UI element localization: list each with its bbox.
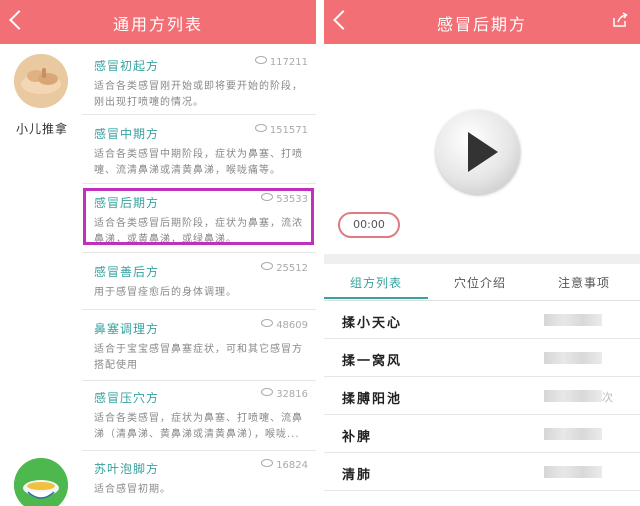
item-description: 适合感冒初期。 — [94, 484, 171, 495]
item-description: 适合各类感冒刚开始或即将要开始的阶段，刚出现打喷嚏的情况。 — [94, 81, 303, 108]
view-count: 117211 — [269, 57, 308, 68]
eye-icon — [261, 319, 274, 327]
view-count: 151571 — [269, 125, 308, 136]
eye-icon — [261, 459, 274, 467]
divider — [82, 183, 316, 184]
technique-unit: 次 — [602, 391, 613, 404]
active-tab-indicator — [324, 297, 428, 299]
eye-icon — [254, 124, 267, 132]
blurred-value — [544, 428, 602, 440]
item-title: 感冒善后方 — [94, 265, 160, 279]
divider — [82, 309, 316, 310]
foot-bath-avatar[interactable] — [14, 458, 68, 506]
eye-icon — [261, 262, 274, 270]
highlight-box — [83, 188, 314, 245]
avatar-caption: 小儿推拿 — [15, 122, 68, 136]
item-description: 用于感冒痊愈后的身体调理。 — [94, 287, 237, 298]
detail-screen: 感冒后期方 00:00 组方列表 穴位介绍 注意事项 揉小天心 揉一窝风 揉膊阳… — [324, 0, 640, 506]
technique-name: 揉膊阳池 — [342, 392, 403, 407]
view-count: 32816 — [276, 389, 308, 400]
item-title: 感冒中期方 — [94, 127, 160, 141]
screen-gap — [316, 0, 324, 506]
eye-icon — [254, 56, 267, 64]
item-description: 适合各类感冒中期阶段，症状为鼻塞、打喷嚏、流清鼻涕或清黄鼻涕，喉咙痛等。 — [94, 149, 303, 176]
item-title: 感冒压穴方 — [94, 391, 160, 405]
list-item[interactable]: 清肺 — [324, 453, 640, 491]
view-count: 25512 — [276, 263, 308, 274]
tab-bar: 组方列表 穴位介绍 注意事项 — [324, 264, 640, 301]
play-button[interactable] — [436, 110, 520, 194]
technique-name: 揉一窝风 — [342, 354, 403, 369]
nav-bar: 通用方列表 — [0, 0, 316, 44]
blurred-value — [544, 466, 602, 478]
list-item[interactable]: 揉小天心 — [324, 301, 640, 339]
item-description: 适合于宝宝感冒鼻塞症状，可和其它感冒方搭配使用 — [94, 344, 303, 371]
divider — [82, 450, 316, 451]
list-item[interactable]: 揉膊阳池 次 — [324, 377, 640, 415]
list-screen: 通用方列表 小儿推拿 感冒初起方 117211 适合各类感冒刚开始或即将要开始的… — [0, 0, 316, 506]
page-title: 感冒后期方 — [436, 15, 527, 34]
item-title: 苏叶泡脚方 — [94, 462, 160, 476]
blurred-value — [544, 352, 602, 364]
technique-name: 揉小天心 — [342, 316, 403, 331]
view-count: 16824 — [276, 460, 308, 471]
divider — [82, 252, 316, 253]
divider — [82, 114, 316, 115]
section-gap — [324, 254, 640, 264]
tab-formula-list[interactable]: 组方列表 — [326, 274, 426, 291]
massage-hand-avatar[interactable] — [14, 54, 68, 108]
list-item[interactable]: 揉一窝风 — [324, 339, 640, 377]
technique-name: 清肺 — [342, 468, 373, 483]
view-count: 48609 — [276, 320, 308, 331]
blurred-value — [544, 390, 602, 402]
share-icon[interactable] — [612, 12, 628, 28]
tab-acupoint-intro[interactable]: 穴位介绍 — [430, 274, 530, 291]
playback-time: 00:00 — [338, 212, 400, 238]
item-description: 适合各类感冒，症状为鼻塞、打喷嚏、流鼻涕（清鼻涕、黄鼻涕或清黄鼻涕），喉咙... — [94, 413, 303, 440]
nav-bar: 感冒后期方 — [324, 0, 640, 44]
page-title: 通用方列表 — [112, 15, 203, 34]
blurred-value — [544, 314, 602, 326]
technique-name: 补脾 — [342, 430, 373, 445]
audio-player: 00:00 — [324, 44, 640, 254]
item-title: 鼻塞调理方 — [94, 322, 160, 336]
play-icon — [468, 132, 498, 172]
divider — [82, 380, 316, 381]
eye-icon — [261, 388, 274, 396]
item-title: 感冒初起方 — [94, 59, 160, 73]
tab-notes[interactable]: 注意事项 — [534, 274, 634, 291]
list-item[interactable]: 补脾 — [324, 415, 640, 453]
